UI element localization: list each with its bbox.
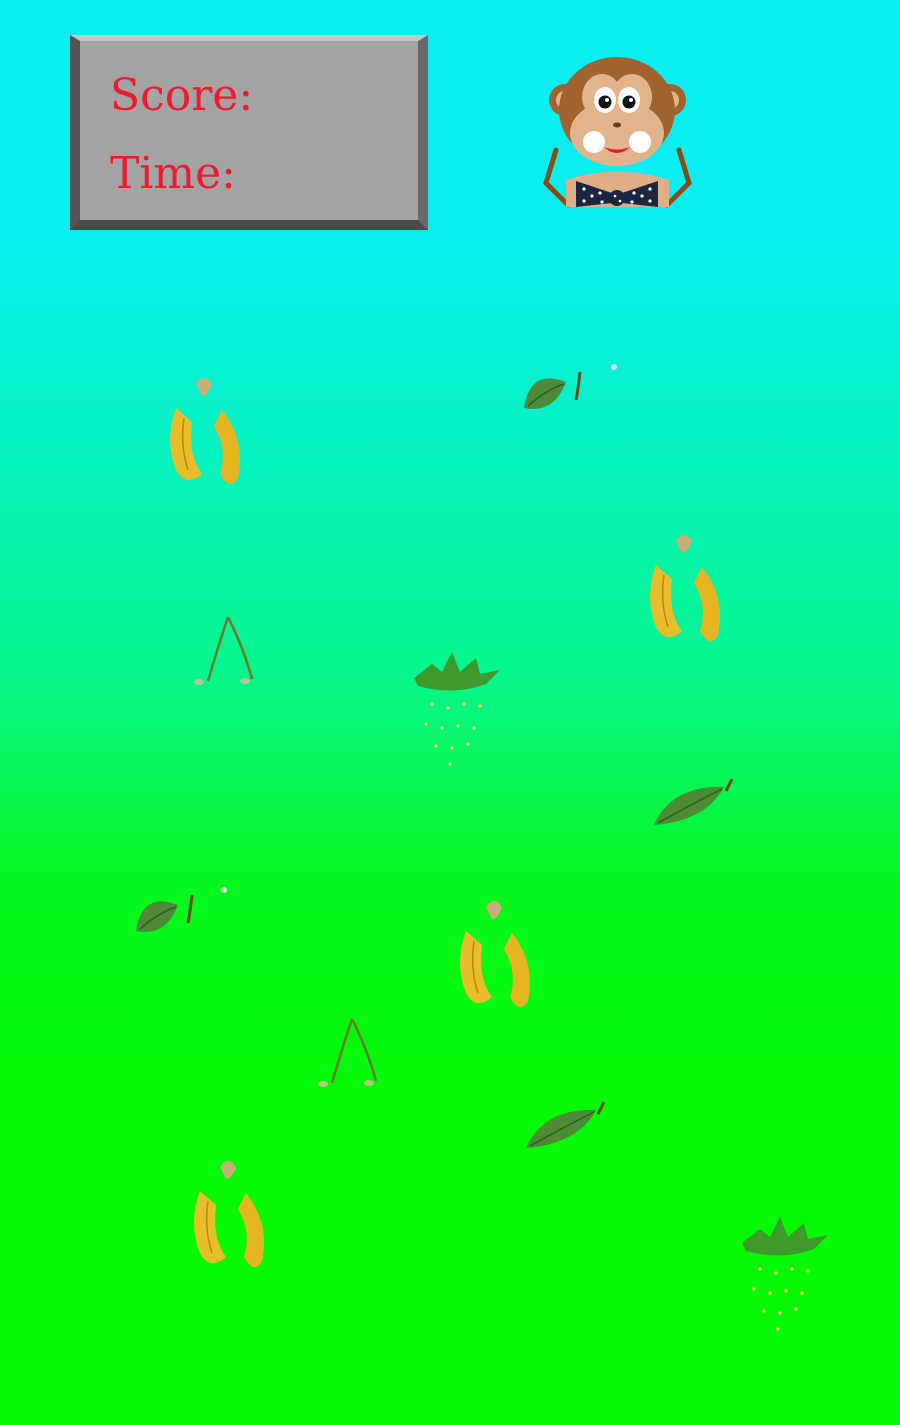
strawberry-icon[interactable] bbox=[402, 648, 504, 778]
orange-icon[interactable] bbox=[650, 775, 782, 890]
banana-icon[interactable] bbox=[638, 527, 733, 649]
score-panel: Score: Time: bbox=[70, 35, 428, 230]
time-label: Time: bbox=[110, 148, 237, 199]
score-label: Score: bbox=[110, 70, 254, 121]
cherry-icon[interactable] bbox=[306, 1015, 404, 1117]
banana-icon[interactable] bbox=[158, 370, 253, 492]
cherry-icon[interactable] bbox=[182, 613, 280, 715]
monkey-icon bbox=[543, 57, 692, 208]
banana-icon[interactable] bbox=[182, 1153, 277, 1275]
banana-icon[interactable] bbox=[448, 893, 543, 1015]
pear-icon[interactable] bbox=[132, 885, 232, 1015]
orange-icon[interactable] bbox=[522, 1098, 654, 1213]
strawberry-icon[interactable] bbox=[730, 1213, 832, 1343]
pear-icon[interactable] bbox=[520, 362, 620, 492]
